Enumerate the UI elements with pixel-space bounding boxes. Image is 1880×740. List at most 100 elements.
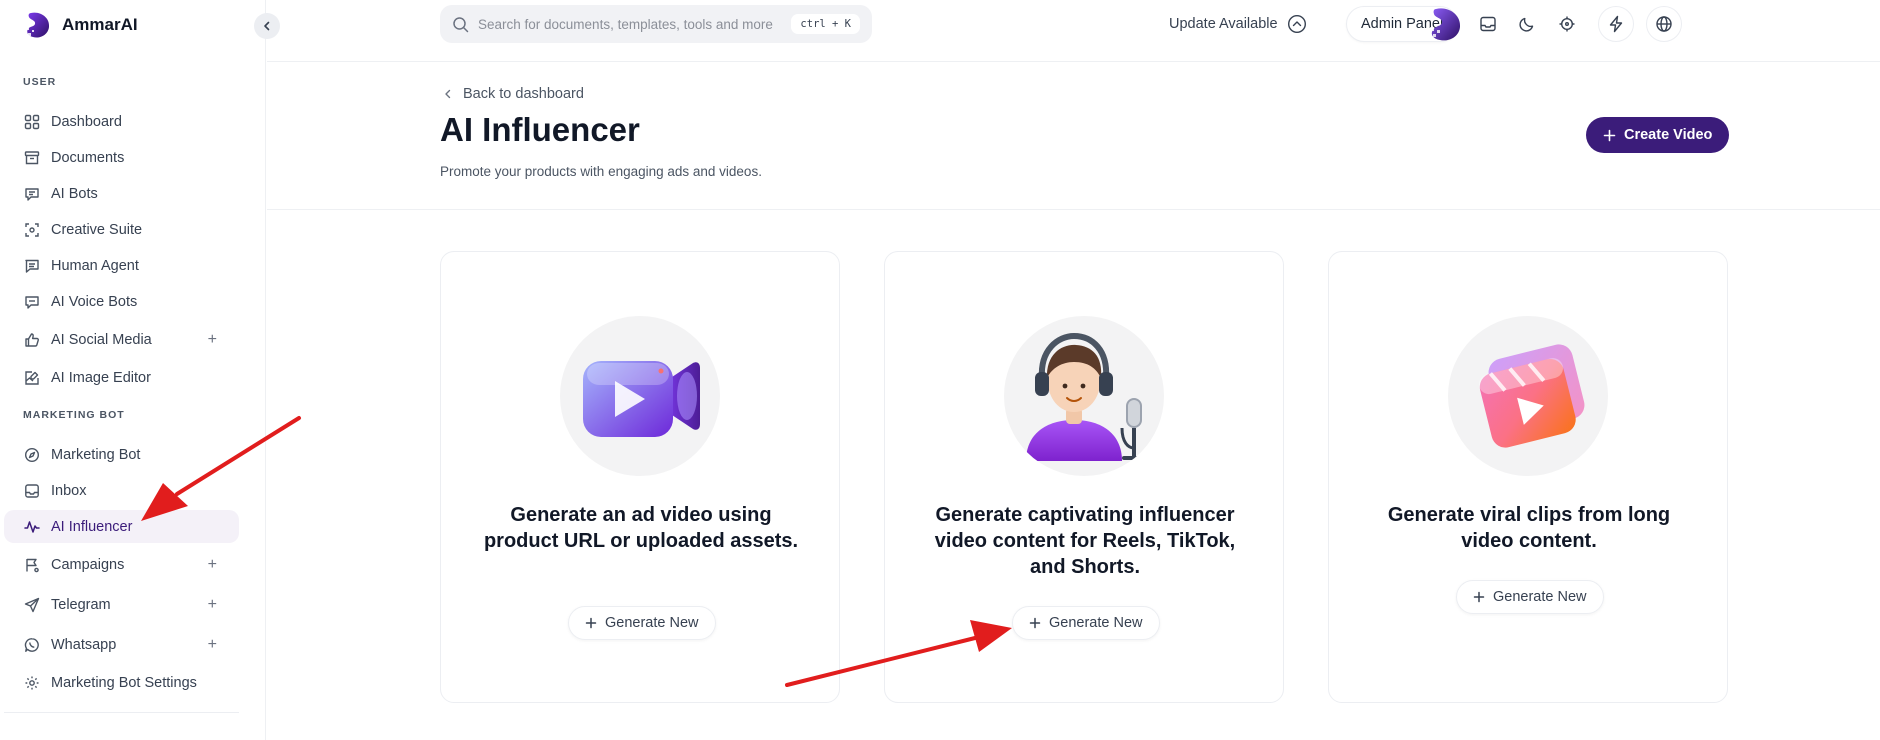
inbox-tray-icon	[1480, 16, 1496, 32]
sidebar-item-label: Dashboard	[51, 113, 122, 130]
message-square-icon	[25, 259, 39, 273]
generate-new-button[interactable]: Generate New	[1012, 606, 1160, 640]
inbox-icon	[25, 483, 39, 498]
card-title: Generate an ad video using product URL o…	[483, 504, 799, 552]
image-frame-icon	[25, 222, 39, 237]
globe-icon	[1656, 16, 1672, 32]
back-link-label: Back to dashboard	[463, 86, 584, 102]
sidebar-item-label: AI Influencer	[51, 518, 133, 535]
theme-toggle-button[interactable]	[1512, 9, 1542, 39]
plus-icon	[1473, 591, 1485, 603]
podcaster-avatar-icon	[1026, 332, 1146, 461]
sidebar-item-marketing-bot[interactable]: Marketing Bot	[4, 438, 239, 471]
page-subtitle: Promote your products with engaging ads …	[440, 164, 762, 179]
waveform-icon	[24, 520, 40, 533]
back-to-dashboard-link[interactable]: Back to dashboard	[443, 86, 584, 102]
inbox-button[interactable]	[1473, 9, 1503, 39]
lightning-icon	[1609, 15, 1623, 33]
sidebar-item-ai-image-editor[interactable]: AI Image Editor	[4, 361, 239, 394]
update-available-button[interactable]: Update Available	[1169, 11, 1307, 37]
sidebar-item-label: Creative Suite	[51, 221, 143, 238]
create-video-button[interactable]: Create Video	[1586, 117, 1730, 153]
sidebar-item-label: Whatsapp	[51, 636, 117, 653]
page-header: Back to dashboard AI Influencer Promote …	[267, 62, 1880, 210]
plus-icon	[585, 617, 597, 629]
focus-button[interactable]	[1552, 9, 1582, 39]
generate-new-button[interactable]: Generate New	[568, 606, 716, 640]
sidebar-item-marketing-bot-settings[interactable]: Marketing Bot Settings	[4, 666, 239, 699]
crosshair-icon	[1559, 16, 1575, 32]
sidebar-item-label: Marketing Bot Settings	[51, 674, 197, 691]
sidebar-item-telegram[interactable]: Telegram +	[4, 588, 239, 621]
expand-plus-icon[interactable]: +	[208, 556, 217, 574]
avatar[interactable]	[1425, 5, 1463, 43]
sidebar-item-label: AI Bots	[51, 185, 98, 202]
sidebar-item-ai-voice-bots[interactable]: AI Voice Bots	[4, 285, 239, 318]
expand-plus-icon[interactable]: +	[208, 596, 217, 614]
sidebar-item-campaigns[interactable]: Campaigns +	[4, 548, 239, 581]
sidebar-item-label: Telegram	[51, 596, 111, 613]
sidebar-collapse-button[interactable]	[254, 13, 280, 39]
chat-bubble-icon	[25, 187, 39, 201]
quick-actions-button[interactable]	[1598, 6, 1634, 42]
sidebar-item-documents[interactable]: Documents	[4, 141, 239, 174]
sidebar-item-dashboard[interactable]: Dashboard	[4, 105, 239, 138]
chat-voice-icon	[25, 295, 39, 309]
flag-icon	[26, 558, 39, 572]
sidebar-item-label: AI Voice Bots	[51, 293, 138, 310]
generate-new-label: Generate New	[1493, 589, 1587, 605]
brand-name: AmmarAI	[62, 15, 138, 34]
sidebar-item-human-agent[interactable]: Human Agent	[4, 249, 239, 282]
send-icon	[24, 597, 40, 612]
update-label: Update Available	[1169, 16, 1278, 32]
brand[interactable]: AmmarAI	[22, 10, 138, 40]
search-icon	[453, 16, 469, 32]
compass-icon	[24, 447, 40, 462]
topbar: ctrl + K Update Available Admin Panel	[267, 0, 1880, 62]
sidebar-item-creative-suite[interactable]: Creative Suite	[4, 213, 239, 246]
card-ad-video: Generate an ad video using product URL o…	[440, 251, 840, 703]
moon-icon	[1519, 17, 1534, 32]
card-art	[1004, 316, 1164, 476]
sidebar-item-label: Marketing Bot	[51, 446, 141, 463]
brand-logo-icon	[24, 12, 50, 38]
sidebar-item-ai-bots[interactable]: AI Bots	[4, 177, 239, 210]
sidebar-item-label: Human Agent	[51, 257, 139, 274]
sidebar-item-ai-social-media[interactable]: AI Social Media +	[4, 323, 239, 356]
sidebar-item-label: AI Social Media	[51, 331, 152, 348]
app-window: AmmarAI USER Dashboard Documents AI Bots…	[0, 0, 1880, 740]
plus-icon	[1603, 129, 1616, 141]
create-video-label: Create Video	[1624, 127, 1713, 143]
card-title: Generate viral clips from long video con…	[1387, 504, 1671, 552]
chevron-left-icon	[264, 21, 270, 31]
generate-new-label: Generate New	[605, 615, 699, 631]
thumbs-up-icon	[25, 332, 39, 347]
card-influencer-video: Generate captivating influencer video co…	[884, 251, 1284, 703]
sidebar: AmmarAI USER Dashboard Documents AI Bots…	[0, 0, 266, 740]
search-input[interactable]	[478, 16, 798, 32]
grid-icon	[24, 114, 40, 129]
chevron-left-icon	[445, 89, 451, 99]
whatsapp-icon	[24, 637, 39, 652]
expand-plus-icon[interactable]: +	[208, 636, 217, 654]
generate-new-button[interactable]: Generate New	[1456, 580, 1604, 614]
page-title: AI Influencer	[440, 111, 640, 148]
sidebar-item-label: Campaigns	[51, 556, 125, 573]
section-label-marketing: MARKETING BOT	[23, 409, 125, 421]
plus-icon	[1029, 617, 1041, 629]
archive-icon	[24, 150, 40, 164]
card-title: Generate captivating influencer video co…	[934, 504, 1236, 578]
card-viral-clips: Generate viral clips from long video con…	[1328, 251, 1728, 703]
video-camera-icon	[583, 361, 700, 437]
sidebar-item-whatsapp[interactable]: Whatsapp +	[4, 628, 239, 661]
expand-plus-icon[interactable]: +	[208, 331, 217, 349]
sidebar-item-inbox[interactable]: Inbox	[4, 474, 239, 507]
sidebar-item-ai-influencer[interactable]: AI Influencer	[4, 510, 239, 543]
generate-new-label: Generate New	[1049, 615, 1143, 631]
language-button[interactable]	[1646, 6, 1682, 42]
chevron-up-circle-icon	[1287, 14, 1306, 34]
shortcut-badge: ctrl + K	[791, 14, 860, 34]
search-bar[interactable]: ctrl + K	[440, 5, 872, 43]
sidebar-item-label: AI Image Editor	[51, 369, 151, 386]
settings-gear-icon	[25, 676, 39, 689]
